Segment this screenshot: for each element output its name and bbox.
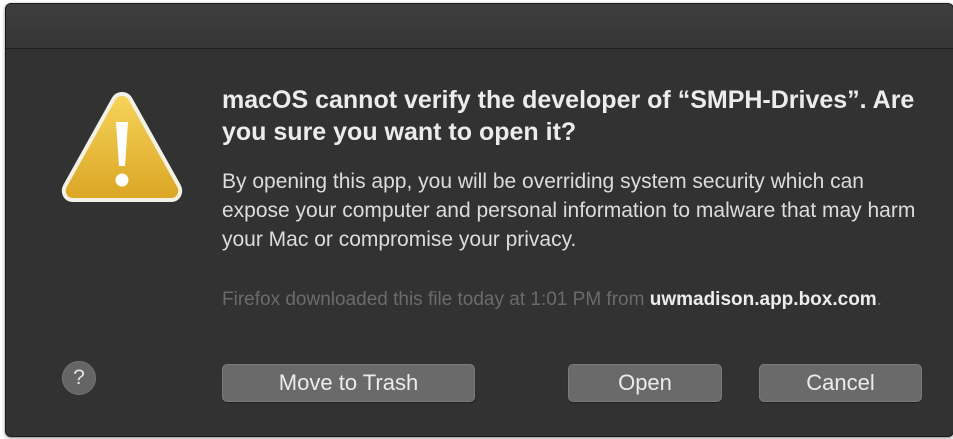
open-button[interactable]: Open xyxy=(568,364,722,402)
move-to-trash-button[interactable]: Move to Trash xyxy=(222,364,475,402)
dialog-titlebar xyxy=(6,4,953,49)
download-source-line: Firefox downloaded this file today at 1:… xyxy=(222,285,927,314)
download-source-domain: uwmadison.app.box.com xyxy=(649,289,877,310)
dialog-body-text: By opening this app, you will be overrid… xyxy=(222,170,916,251)
help-button[interactable]: ? xyxy=(62,361,96,395)
dialog-headline: macOS cannot verify the developer of “SM… xyxy=(222,86,915,146)
warning-triangle-icon xyxy=(61,92,183,202)
cancel-button[interactable]: Cancel xyxy=(759,364,922,402)
gatekeeper-dialog: macOS cannot verify the developer of “SM… xyxy=(5,3,953,437)
download-source-suffix: . xyxy=(876,289,882,310)
download-source-prefix: Firefox downloaded this file today at 1:… xyxy=(222,289,650,310)
